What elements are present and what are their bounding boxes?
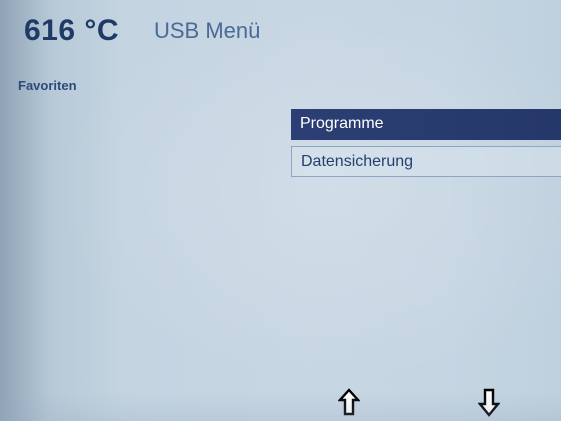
- header-bar: 616 °C USB Menü: [0, 0, 561, 64]
- display-screen: 616 °C USB Menü Favoriten Programme Date…: [0, 0, 561, 421]
- menu-item-programme[interactable]: Programme: [291, 109, 561, 140]
- menu-list: Programme Datensicherung: [291, 109, 561, 177]
- scroll-up-button[interactable]: [337, 388, 361, 418]
- page-title: USB Menü: [154, 18, 261, 43]
- favorites-label: Favoriten: [18, 78, 77, 93]
- menu-item-datensicherung[interactable]: Datensicherung: [291, 146, 561, 177]
- temperature-readout: 616 °C: [24, 14, 120, 47]
- scroll-down-button[interactable]: [477, 388, 501, 418]
- arrow-down-icon: [477, 388, 501, 417]
- arrow-up-icon: [337, 388, 361, 416]
- screen-bottom-shade: [0, 391, 561, 421]
